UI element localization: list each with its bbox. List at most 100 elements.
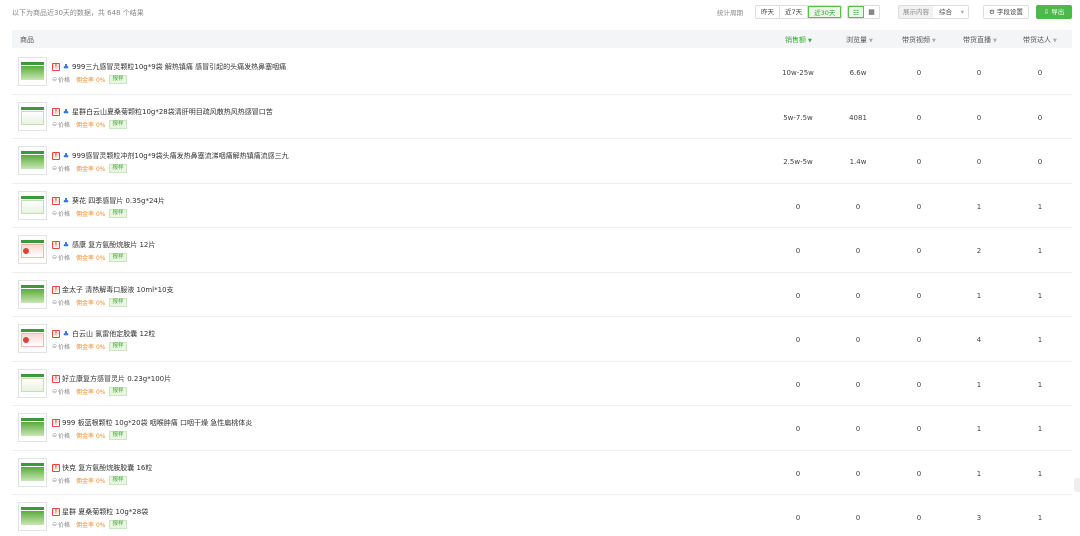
cell-sales: 0: [795, 425, 801, 433]
column-sales[interactable]: 销售额 ▼: [785, 35, 812, 45]
export-button[interactable]: ⇩ 导出: [1036, 5, 1072, 19]
cell-kols: 1: [1037, 291, 1043, 300]
table-header: 商品 销售额 ▼ 浏览量 ▼ 带货视频 ▼ 带货直播 ▼ 带货达人 ▼: [12, 30, 1072, 48]
cell-lives: 2: [976, 247, 982, 255]
product-title[interactable]: Ⓑ 好立康复方感冒灵片 0.23g*100片: [52, 374, 171, 384]
product-thumbnail[interactable]: [18, 235, 47, 264]
sample-badge[interactable]: 报样: [109, 75, 127, 84]
table-row[interactable]: Ⓑ ♣ 感康 复方氨酚烷胺片 12片 ⊖ 价格 佣金率 0% 报样 0 0 0 2 1: [12, 228, 1072, 273]
cell-lives: 1: [976, 291, 982, 300]
product-title[interactable]: Ⓑ 快克 复方氨酚烷胺胶囊 16粒: [52, 463, 152, 473]
sample-badge[interactable]: 报样: [109, 431, 127, 440]
sample-badge[interactable]: 报样: [109, 386, 127, 396]
sample-badge[interactable]: 报样: [109, 253, 127, 262]
product-thumbnail[interactable]: [18, 457, 47, 487]
product-thumbnail[interactable]: [18, 146, 47, 175]
commission-rate: 佣金率 0%: [76, 210, 106, 218]
table-row[interactable]: Ⓑ 好立康复方感冒灵片 0.23g*100片 ⊖ 价格 佣金率 0% 报样 0 0 0 1 1: [12, 362, 1072, 406]
table-row[interactable]: Ⓑ 星群 夏桑菊颗粒 10g*28袋 ⊖ 价格 佣金率 0% 报样 0 0 0 3 1: [12, 495, 1072, 536]
cell-kols: 1: [1037, 336, 1043, 344]
table-row[interactable]: Ⓑ ♣ 999感冒灵颗粒冲剂10g*9袋头痛发热鼻塞流涕咽痛解热镇痛流感三九 ⊖ 价格佣…: [12, 139, 1072, 184]
product-title[interactable]: Ⓑ ♣ 999感冒灵颗粒冲剂10g*9袋头痛发热鼻塞流涕咽痛解热镇痛流感三九: [52, 151, 289, 161]
product-title[interactable]: Ⓑ 金太子 清热解毒口服液 10ml*10支: [52, 285, 174, 295]
commission-rate: 佣金率 0%: [76, 299, 106, 307]
cell-sales: 10w-25w: [782, 69, 814, 77]
product-title[interactable]: Ⓑ 999 板蓝根颗粒 10g*20袋 咽喉肿痛 口咽干燥 急性扁桃体炎: [52, 418, 252, 428]
product-thumbnail[interactable]: [18, 279, 47, 309]
product-thumbnail[interactable]: [18, 101, 47, 131]
shop-badge-icon: Ⓑ: [52, 285, 60, 294]
price-label: 价格: [58, 477, 71, 485]
sample-badge[interactable]: 报样: [109, 520, 127, 529]
product-meta: ⊖ 价格 佣金率 0% 报样: [52, 208, 127, 218]
display-content-value[interactable]: 综合: [933, 6, 968, 18]
field-settings-button[interactable]: ⚙ 字段设置: [983, 5, 1029, 19]
commission-rate: 佣金率 0%: [76, 344, 106, 351]
product-thumbnail[interactable]: [18, 368, 47, 398]
sample-badge[interactable]: 报样: [109, 297, 127, 307]
price-icon: ⊖: [52, 476, 58, 484]
cell-lives: 1: [976, 380, 982, 389]
sort-caret-icon: ▼: [869, 38, 873, 44]
table-row[interactable]: Ⓑ 快克 复方氨酚烷胺胶囊 16粒 ⊖ 价格 佣金率 0% 报样 0 0 0 1 1: [12, 451, 1072, 495]
list-view-icon[interactable]: ☷: [848, 6, 865, 18]
column-kols[interactable]: 带货达人 ▼: [1023, 35, 1057, 45]
period-selector: 昨天 近7天 近30天: [755, 5, 843, 19]
grid-view-icon[interactable]: ▦: [864, 6, 879, 18]
display-content-select[interactable]: 展示内容 综合: [898, 5, 969, 19]
commission-rate: 佣金率 0%: [76, 433, 106, 440]
sample-badge[interactable]: 报样: [109, 119, 127, 129]
cell-views: 6.6w: [849, 69, 867, 77]
product-title[interactable]: Ⓑ ♣ 白云山 氯雷他定胶囊 12粒: [52, 329, 155, 339]
sample-badge[interactable]: 报样: [109, 164, 127, 173]
scroll-handle[interactable]: [1074, 478, 1080, 492]
table-row[interactable]: Ⓑ ♣ 星群白云山夏桑菊颗粒10g*28袋清肝明目疏风散热风热感冒口苦 ⊖ 价格 佣金率 …: [12, 95, 1072, 139]
column-lives[interactable]: 带货直播 ▼: [963, 35, 997, 45]
table-row[interactable]: Ⓑ ♣ 葵花 四季感冒片 0.35g*24片 ⊖ 价格 佣金率 0% 报样 0 0 0 1 1: [12, 184, 1072, 228]
shop-badge-icon: Ⓑ: [52, 374, 60, 383]
cell-sales: 0: [795, 380, 801, 389]
sample-badge[interactable]: 报样: [109, 475, 127, 485]
cell-kols: 1: [1037, 380, 1043, 389]
product-title[interactable]: Ⓑ ♣ 葵花 四季感冒片 0.35g*24片: [52, 196, 165, 206]
commission-rate: 佣金率 0%: [76, 166, 106, 173]
product-title-text: 感康 复方氨酚烷胺片 12片: [72, 241, 156, 249]
cell-sales: 0: [795, 514, 801, 522]
sample-badge[interactable]: 报样: [109, 208, 127, 218]
commission-rate: 佣金率 0%: [76, 477, 106, 485]
toolbar: 以下为商品近30天的数据，共 648 个结果 统计周期 昨天 近7天 近30天 …: [0, 0, 1080, 26]
product-title[interactable]: Ⓑ ♣ 感康 复方氨酚烷胺片 12片: [52, 240, 155, 250]
table-row[interactable]: Ⓑ 999 板蓝根颗粒 10g*20袋 咽喉肿痛 口咽干燥 急性扁桃体炎 ⊖ 价格 佣金…: [12, 406, 1072, 451]
product-title-text: 白云山 氯雷他定胶囊 12粒: [72, 330, 156, 338]
column-videos[interactable]: 带货视频 ▼: [902, 35, 936, 45]
cell-videos: 0: [916, 158, 922, 166]
cell-views: 1.4w: [849, 158, 867, 166]
cell-sales: 0: [795, 247, 801, 255]
cell-views: 0: [855, 469, 861, 478]
cell-lives: 0: [976, 69, 982, 77]
product-thumbnail[interactable]: [18, 190, 47, 220]
cell-videos: 0: [916, 69, 922, 77]
table-row[interactable]: Ⓑ ♣ 白云山 氯雷他定胶囊 12粒 ⊖ 价格 佣金率 0% 报样 0 0 0 4 1: [12, 317, 1072, 362]
column-views[interactable]: 浏览量 ▼: [846, 35, 873, 45]
period-30-days[interactable]: 近30天: [808, 6, 842, 18]
period-yesterday[interactable]: 昨天: [756, 6, 780, 18]
sample-badge[interactable]: 报样: [109, 342, 127, 351]
product-title[interactable]: Ⓑ ♣ 星群白云山夏桑菊颗粒10g*28袋清肝明目疏风散热风热感冒口苦: [52, 107, 273, 117]
cell-kols: 1: [1037, 247, 1043, 255]
commission-rate: 佣金率 0%: [76, 522, 106, 529]
product-thumbnail[interactable]: [18, 57, 47, 86]
product-thumbnail[interactable]: [18, 502, 47, 531]
commission-rate: 佣金率 0%: [76, 255, 106, 262]
cell-views: 0: [855, 247, 861, 255]
table-row[interactable]: Ⓑ 金太子 清热解毒口服液 10ml*10支 ⊖ 价格 佣金率 0% 报样 0 0 0 1 1: [12, 273, 1072, 317]
promo-badge-icon: ♣: [62, 241, 70, 249]
period-7-days[interactable]: 近7天: [780, 6, 809, 18]
product-meta: ⊖ 价格 佣金率 0% 报样: [52, 342, 127, 351]
product-thumbnail[interactable]: [18, 324, 47, 353]
table-row[interactable]: Ⓑ ♣ 999三九感冒灵颗粒10g*9袋 解热镇痛 感冒引起的头痛发热鼻塞咽痛 ⊖ 价格…: [12, 50, 1072, 95]
product-title-text: 999 板蓝根颗粒 10g*20袋 咽喉肿痛 口咽干燥 急性扁桃体炎: [62, 419, 253, 427]
product-thumbnail[interactable]: [18, 413, 47, 442]
product-title[interactable]: Ⓑ ♣ 999三九感冒灵颗粒10g*9袋 解热镇痛 感冒引起的头痛发热鼻塞咽痛: [52, 62, 286, 72]
product-title[interactable]: Ⓑ 星群 夏桑菊颗粒 10g*28袋: [52, 507, 148, 517]
